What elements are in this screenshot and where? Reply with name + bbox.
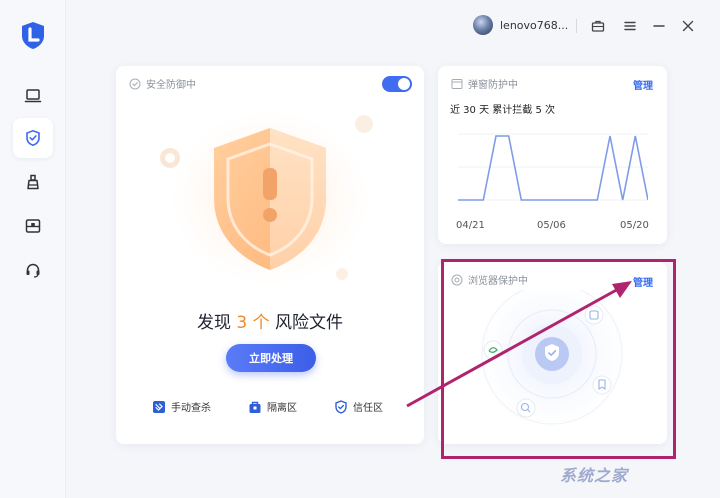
watermark: 系统之家 [560,466,629,485]
annotation-arrow [406,281,632,408]
